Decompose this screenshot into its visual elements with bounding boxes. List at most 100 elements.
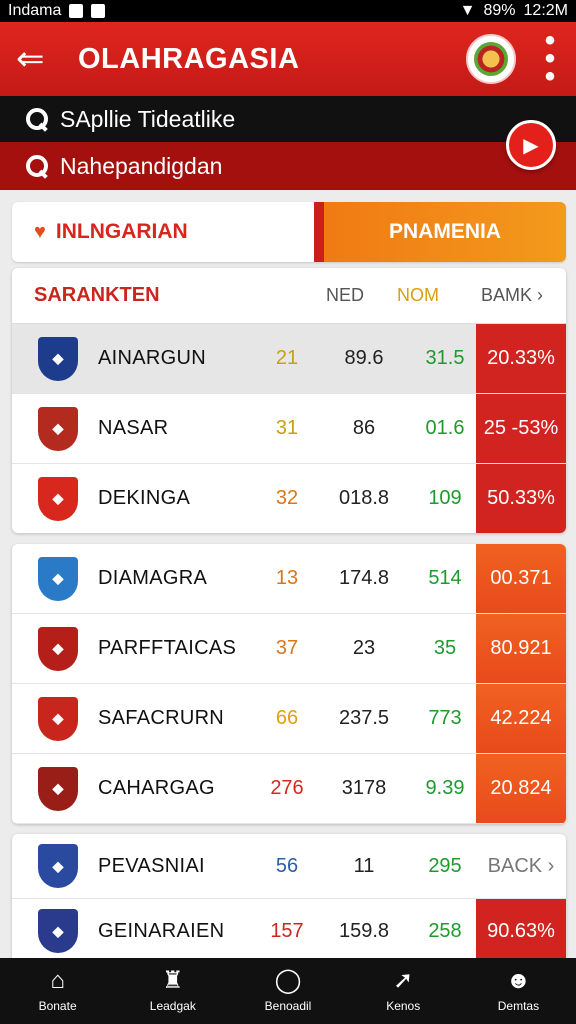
table-row[interactable]: ◆ DIAMAGRA 13 174.8 514 00.371 bbox=[12, 544, 566, 614]
table-row[interactable]: ◆ NASAR 31 86 01.6 25 -53% bbox=[12, 394, 566, 464]
stat-a: 66 bbox=[275, 707, 299, 729]
team-name: SAFACRURN bbox=[98, 707, 225, 729]
nav-item-bonate[interactable]: ⌂ Bonate bbox=[0, 958, 115, 1024]
team-crest-icon: ◆ bbox=[38, 844, 78, 888]
search-icon bbox=[26, 155, 48, 177]
team-crest-icon: ◆ bbox=[38, 626, 78, 671]
search-primary-text: SApllie Tideatlike bbox=[60, 105, 236, 132]
battery-label: 89% bbox=[483, 2, 516, 19]
back-arrow-icon[interactable]: ⇐ bbox=[16, 42, 60, 76]
table-row[interactable]: ◆ PEVASNIAI 56 11 295 BACK › bbox=[12, 834, 566, 899]
stat-a: 276 bbox=[270, 777, 304, 799]
stat-a: 21 bbox=[275, 347, 299, 369]
standings-card-1: SARANKTEN NED NOM BAMK › ◆ AINARGUN 21 89.6… bbox=[12, 268, 566, 533]
search-bar-secondary[interactable]: Nahepandigdan bbox=[0, 142, 576, 190]
stat-d: 50.33% bbox=[476, 464, 566, 533]
nav-icon: ⌂ bbox=[50, 967, 65, 994]
standings-card-3: ◆ PEVASNIAI 56 11 295 BACK › ◆ GEINARAIEN 157 159… bbox=[12, 834, 566, 964]
stat-a: 37 bbox=[275, 637, 299, 659]
stat-b: 174.8 bbox=[338, 567, 390, 589]
notification-icon bbox=[69, 4, 84, 18]
stat-a: 31 bbox=[275, 417, 299, 439]
stat-b: 89.6 bbox=[344, 347, 384, 369]
app-notification-icon bbox=[91, 4, 106, 18]
stat-d: 80.921 bbox=[476, 614, 566, 683]
table-row[interactable]: ◆ SAFACRURN 66 237.5 773 42.224 bbox=[12, 684, 566, 754]
team-name: PARFFTAICAS bbox=[98, 637, 237, 659]
search-icon bbox=[26, 108, 48, 130]
header-c3[interactable]: BAMK › bbox=[458, 285, 566, 306]
nav-icon: ☻ bbox=[505, 967, 532, 994]
team-name: AINARGUN bbox=[98, 347, 206, 369]
stat-c: 773 bbox=[428, 707, 462, 729]
stat-c: 258 bbox=[428, 919, 462, 942]
nav-label: Leadgak bbox=[149, 999, 196, 1013]
emblem-logo[interactable] bbox=[466, 34, 516, 84]
team-crest-icon: ◆ bbox=[38, 406, 78, 451]
stat-b: 237.5 bbox=[338, 707, 390, 729]
stat-c: 295 bbox=[428, 854, 462, 877]
time-label: 12:2M bbox=[523, 2, 568, 19]
carrier-label: Indama bbox=[8, 2, 62, 19]
search-bar-primary[interactable]: SApllie Tideatlike bbox=[0, 96, 576, 142]
stat-b: 159.8 bbox=[338, 919, 390, 942]
heart-icon: ♥ bbox=[34, 220, 46, 243]
standings-card-2: ◆ DIAMAGRA 13 174.8 514 00.371 ◆ PARFFTAICAS 37 2… bbox=[12, 544, 566, 824]
table-row[interactable]: ◆ AINARGUN 21 89.6 31.5 20.33% bbox=[12, 324, 566, 394]
stat-b: 11 bbox=[353, 854, 375, 877]
more-vert-icon[interactable]: • • • bbox=[540, 26, 560, 92]
tab-left[interactable]: ♥ INLNGARIAN bbox=[12, 202, 324, 262]
nav-icon: ➚ bbox=[393, 967, 414, 994]
tab-left-label: INLNGARIAN bbox=[55, 220, 188, 243]
team-name: GEINARAIEN bbox=[98, 919, 225, 942]
team-crest-icon: ◆ bbox=[38, 556, 78, 601]
tab-right[interactable]: PNAMENIA bbox=[324, 202, 566, 262]
play-fab-button[interactable]: ▶ bbox=[506, 120, 556, 170]
table-header: SARANKTEN NED NOM BAMK › bbox=[12, 268, 566, 324]
team-crest-icon: ◆ bbox=[38, 766, 78, 811]
nav-label: Demtas bbox=[497, 999, 540, 1013]
table-row[interactable]: ◆ GEINARAIEN 157 159.8 258 90.63% bbox=[12, 899, 566, 964]
team-crest-icon: ◆ bbox=[38, 336, 78, 381]
team-name: DIAMAGRA bbox=[98, 567, 208, 589]
stat-b: 3178 bbox=[341, 777, 387, 799]
nav-item-kenos[interactable]: ➚ Kenos bbox=[346, 958, 461, 1024]
stat-d[interactable]: BACK › bbox=[476, 834, 566, 898]
header-c1: NED bbox=[325, 285, 364, 305]
app-bar: ⇐ OLAHRAGASIA • • • bbox=[0, 22, 576, 96]
header-name: SARANKTEN bbox=[34, 284, 160, 306]
nav-item-benoadil[interactable]: ◯ Benoadil bbox=[230, 958, 345, 1024]
stat-b: 018.8 bbox=[338, 487, 390, 509]
stat-c: 01.6 bbox=[425, 417, 465, 439]
stat-d: 42.224 bbox=[476, 684, 566, 753]
nav-icon: ◯ bbox=[274, 967, 302, 994]
stat-d: 20.824 bbox=[476, 754, 566, 823]
table-row[interactable]: ◆ PARFFTAICAS 37 23 35 80.921 bbox=[12, 614, 566, 684]
stat-a: 13 bbox=[275, 567, 299, 589]
nav-item-demtas[interactable]: ☻ Demtas bbox=[461, 958, 576, 1024]
stat-a: 32 bbox=[275, 487, 299, 509]
stat-c: 514 bbox=[428, 567, 462, 589]
team-crest-icon: ◆ bbox=[38, 696, 78, 741]
tab-right-label: PNAMENIA bbox=[388, 220, 501, 243]
stat-b: 86 bbox=[352, 417, 376, 439]
team-name: NASAR bbox=[98, 417, 169, 439]
nav-label: Kenos bbox=[386, 999, 421, 1013]
search-secondary-text: Nahepandigdan bbox=[60, 152, 223, 179]
stat-d: 25 -53% bbox=[476, 394, 566, 463]
nav-item-leadgak[interactable]: ♜ Leadgak bbox=[115, 958, 230, 1024]
team-name: DEKINGA bbox=[98, 487, 191, 509]
stat-d: 00.371 bbox=[476, 544, 566, 613]
nav-label: Bonate bbox=[38, 999, 77, 1013]
table-row[interactable]: ◆ CAHARGAG 276 3178 9.39 20.824 bbox=[12, 754, 566, 824]
header-c2: NOM bbox=[397, 285, 439, 305]
signal-icon: ▼ bbox=[459, 2, 476, 19]
team-crest-icon: ◆ bbox=[38, 476, 78, 521]
stat-b: 23 bbox=[352, 637, 376, 659]
stat-a: 157 bbox=[270, 919, 304, 942]
status-bar: Indama ▼ 89% 12:2M bbox=[0, 0, 576, 22]
table-row[interactable]: ◆ DEKINGA 32 018.8 109 50.33% bbox=[12, 464, 566, 533]
stat-d: 90.63% bbox=[476, 899, 566, 963]
team-name: PEVASNIAI bbox=[98, 854, 205, 877]
stat-c: 35 bbox=[433, 637, 457, 659]
